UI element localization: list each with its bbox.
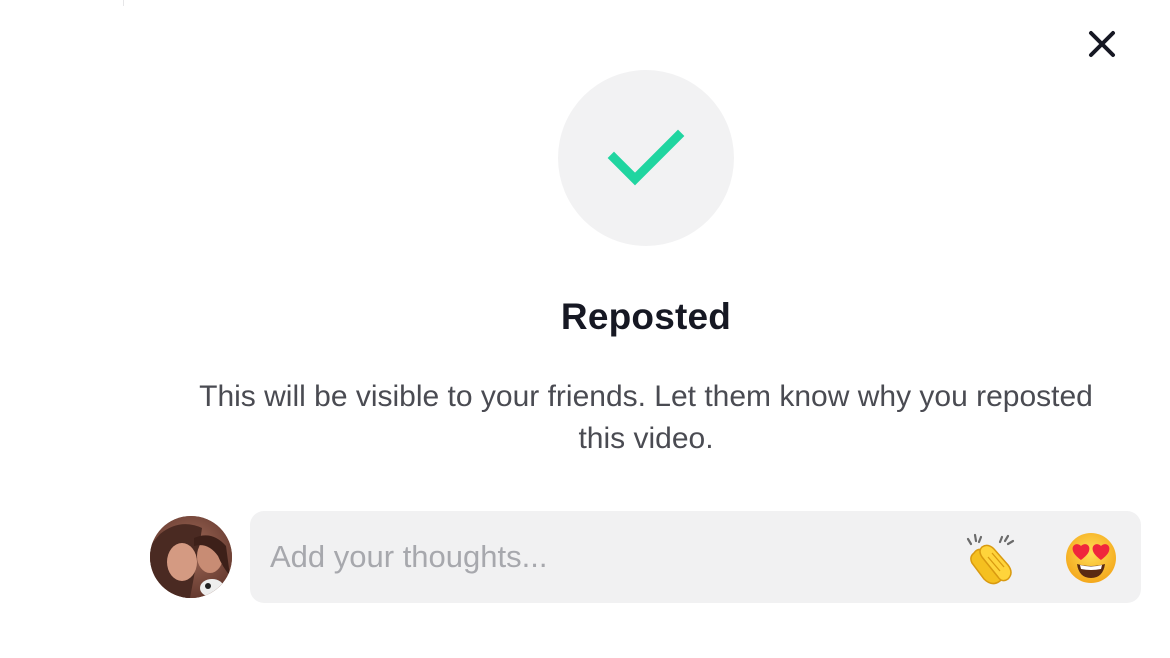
avatar-image [150, 516, 232, 598]
dialog-message: This will be visible to your friends. Le… [199, 380, 1093, 455]
heart-eyes-icon [1066, 533, 1116, 583]
heart-eyes-emoji-button[interactable] [1064, 531, 1118, 585]
repost-confirmation-sheet: Reposted This will be visible to your fr… [0, 0, 1170, 658]
checkmark-icon [607, 129, 685, 186]
close-button[interactable] [1082, 24, 1122, 64]
close-icon [1089, 31, 1115, 57]
clapping-hands-icon [966, 533, 1015, 585]
comment-input[interactable] [270, 511, 950, 603]
dialog-title: Reposted [560, 296, 732, 337]
user-avatar[interactable] [150, 516, 232, 598]
clap-emoji-button[interactable] [964, 531, 1018, 585]
comment-box [250, 511, 1141, 603]
success-badge [558, 70, 734, 246]
sheet-edge-divider [123, 0, 124, 6]
